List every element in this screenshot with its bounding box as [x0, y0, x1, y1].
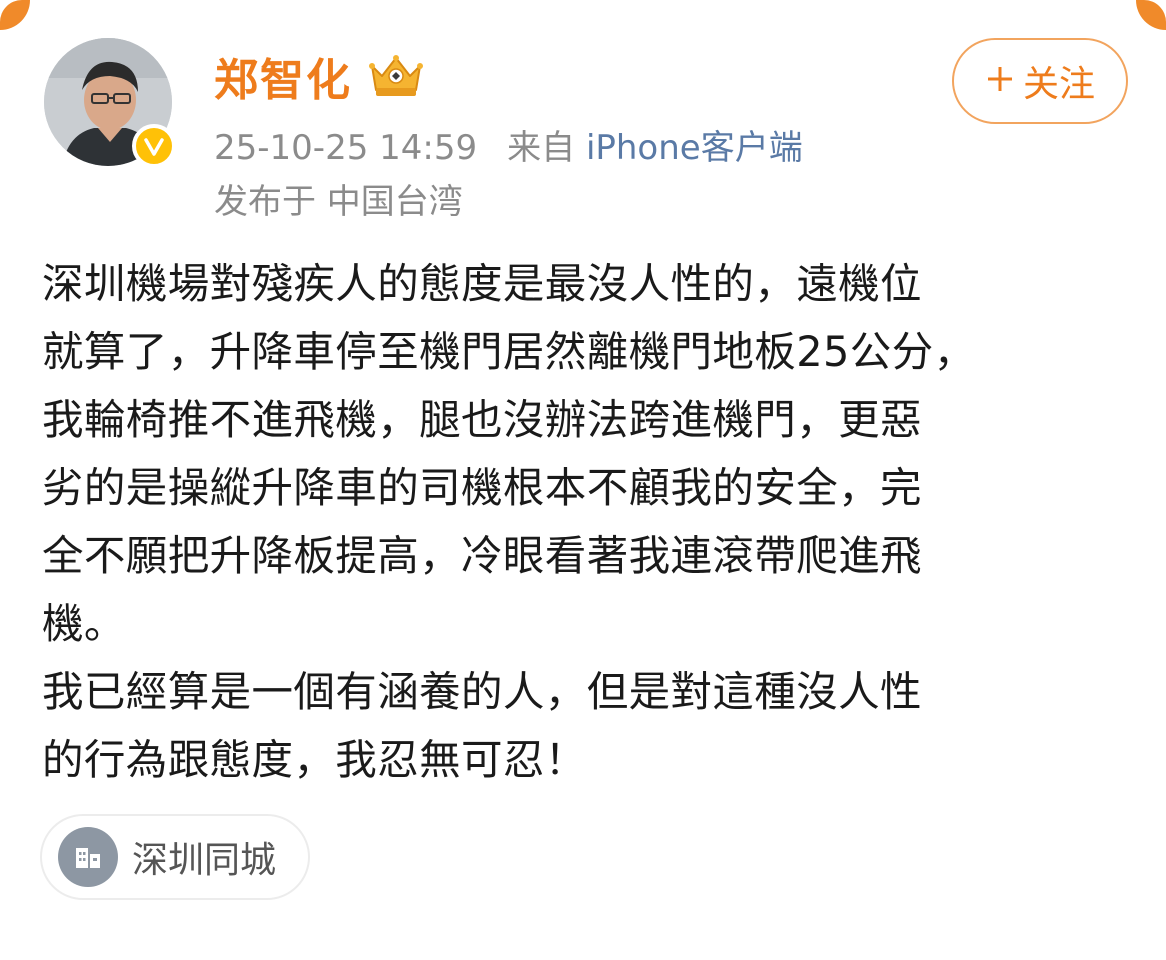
source-prefix: 来自	[507, 128, 576, 168]
content-line: 深圳機場對殘疾人的態度是最沒人性的，遠機位	[42, 259, 922, 308]
post-content: 深圳機場對殘疾人的態度是最沒人性的，遠機位 就算了，升降車停至機門居然離機門地板…	[42, 250, 1128, 794]
follow-button[interactable]: 关注	[952, 38, 1128, 124]
topic-tag-label: 深圳同城	[132, 840, 277, 881]
author-name[interactable]: 郑智化	[214, 44, 352, 108]
corner-accent	[0, 0, 30, 30]
content-line: 機。	[42, 599, 126, 648]
post-timestamp: 25-10-25 14:59	[214, 128, 478, 168]
content-line: 劣的是操縱升降車的司機根本不顧我的安全，完	[42, 463, 922, 512]
content-line: 我輪椅推不進飛機，腿也沒辦法跨進機門，更惡	[42, 395, 922, 444]
avatar[interactable]	[44, 38, 176, 168]
author-row: 郑智化	[214, 44, 426, 108]
post-meta: 25-10-25 14:59 来自 iPhone客户端	[214, 120, 803, 169]
post-header: 郑智化 25-10-25 14:59 来自 iPhone客户端 发布于 中国台湾	[44, 38, 1128, 222]
post-location: 发布于 中国台湾	[214, 182, 463, 222]
content-line: 我已經算是一個有涵養的人，但是對這種沒人性	[42, 667, 922, 716]
post-source[interactable]: iPhone客户端	[586, 128, 803, 168]
content-line: 的行為跟態度，我忍無可忍！	[42, 735, 587, 784]
verified-badge-icon	[132, 124, 176, 168]
corner-accent	[1136, 0, 1166, 30]
weibo-post-card: 郑智化 25-10-25 14:59 来自 iPhone客户端 发布于 中国台湾	[0, 0, 1166, 960]
plus-icon	[985, 58, 1015, 104]
content-line: 全不願把升降板提高，冷眼看著我連滾帶爬進飛	[42, 531, 922, 580]
crown-badge-icon[interactable]	[366, 52, 426, 100]
topic-tag[interactable]: 深圳同城	[40, 814, 311, 900]
follow-label: 关注	[1022, 64, 1095, 105]
content-line: 就算了，升降車停至機門居然離機門地板25公分，	[42, 327, 976, 376]
city-building-icon	[58, 827, 118, 887]
